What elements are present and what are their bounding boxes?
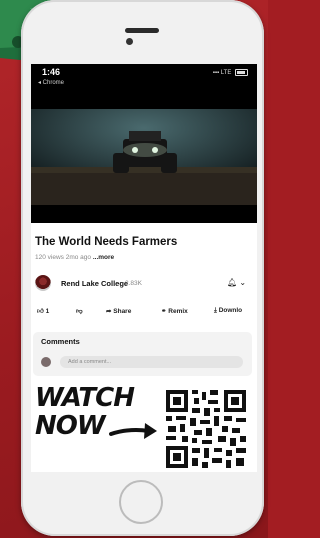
like-count: 1	[45, 308, 50, 315]
share-label: Share	[113, 308, 132, 315]
share-button[interactable]: ➦ Share	[106, 307, 131, 315]
notification-bell-icon[interactable]: 🔔︎ ⌄	[227, 278, 246, 287]
channel-avatar[interactable]	[35, 275, 51, 291]
watch-now-promo: WATCH NOW	[31, 382, 257, 472]
action-bar: 👍︎ 1 👎︎ ➦ Share ⚭ Remix ⤓ Downlo	[31, 304, 257, 322]
remix-label: Remix	[168, 308, 188, 315]
share-arrow-icon: ➦	[106, 308, 112, 315]
status-time: 1:46	[42, 67, 61, 77]
remix-button[interactable]: ⚭ Remix	[161, 307, 188, 315]
channel-name[interactable]: Rend Lake College	[61, 279, 128, 288]
phone-screen: 1:46 ◂ Chrome ▪▪▪ LTE The World Needs Fa…	[31, 64, 257, 472]
like-button[interactable]: 👍︎ 1	[37, 307, 49, 315]
view-count: 120 views	[35, 254, 64, 261]
status-bar: 1:46 ◂ Chrome ▪▪▪ LTE	[31, 64, 257, 91]
download-button[interactable]: ⤓ Downlo	[214, 307, 242, 315]
comments-panel[interactable]: Comments Add a comment...	[33, 332, 252, 376]
arrow-right-icon	[109, 423, 157, 439]
remix-icon: ⚭	[161, 308, 167, 315]
video-title: The World Needs Farmers	[35, 236, 178, 248]
back-to-chrome-link[interactable]: ◂ Chrome	[38, 79, 64, 86]
network-label: LTE	[220, 70, 232, 77]
phone-frame: 1:46 ◂ Chrome ▪▪▪ LTE The World Needs Fa…	[21, 0, 264, 536]
video-meta: 120 views 2mo ago ...more	[35, 254, 114, 261]
download-icon: ⤓	[214, 307, 217, 314]
front-camera	[126, 38, 133, 45]
comments-heading: Comments	[41, 337, 80, 346]
download-label: Downlo	[218, 307, 243, 314]
more-link[interactable]: ...more	[93, 254, 114, 261]
now-text: NOW	[35, 411, 106, 441]
home-button[interactable]	[119, 480, 163, 524]
user-avatar	[41, 357, 51, 367]
qr-code[interactable]	[164, 388, 248, 470]
speaker-grille	[125, 28, 159, 33]
video-player[interactable]	[31, 91, 257, 223]
upload-age: 2mo ago	[65, 254, 92, 261]
comment-input[interactable]: Add a comment...	[60, 356, 243, 368]
thumbs-down-icon: 👎︎	[76, 308, 83, 315]
thumbs-up-icon: 👍︎	[37, 308, 44, 315]
subscriber-count: 2.83K	[125, 279, 142, 287]
battery-icon	[235, 69, 248, 76]
signal-icon: ▪▪▪	[212, 70, 220, 77]
status-icons: ▪▪▪ LTE	[213, 69, 248, 76]
dislike-button[interactable]: 👎︎	[76, 307, 83, 315]
video-thumbnail	[31, 109, 257, 205]
watch-text: WATCH	[35, 383, 135, 413]
channel-row[interactable]: Rend Lake College 2.83K 🔔︎ ⌄	[31, 272, 257, 296]
